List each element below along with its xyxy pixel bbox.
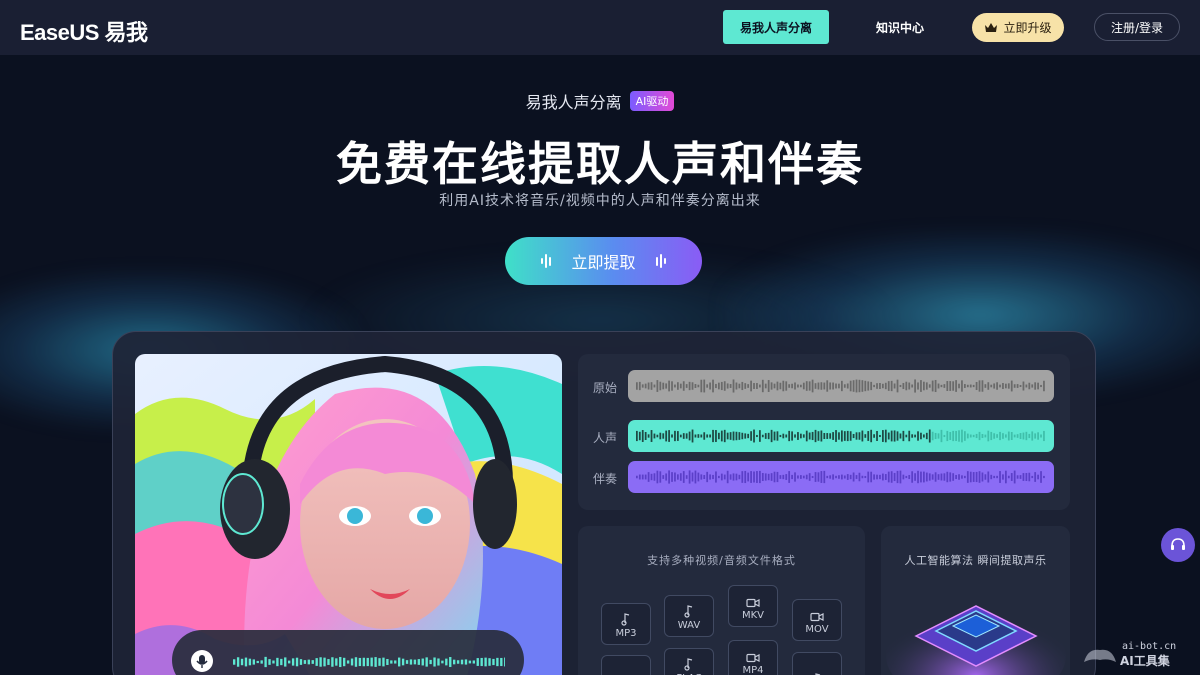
track-accompaniment — [628, 461, 1054, 493]
login-register-button[interactable]: 注册/登录 — [1094, 13, 1180, 41]
format-chip: MOV — [792, 599, 842, 641]
customer-support-button[interactable] — [1161, 528, 1195, 562]
upgrade-label: 立即升级 — [1003, 21, 1052, 35]
music-note-icon — [621, 613, 630, 626]
crown-icon — [985, 23, 998, 32]
extract-now-button[interactable]: 立即提取 — [505, 237, 702, 285]
top-navbar: EaseUS 易我 易我人声分离 知识中心 立即升级 注册/登录 — [0, 0, 1200, 55]
watermark-url: ai-bot.cn — [1122, 641, 1177, 652]
format-chip: MKV — [728, 585, 778, 627]
formats-title: 支持多种视频/音频文件格式 — [647, 554, 796, 567]
video-icon — [810, 612, 824, 622]
product-name: 易我人声分离 — [525, 93, 622, 112]
nav-item-vocal-remover[interactable]: 易我人声分离 — [723, 10, 829, 44]
format-chip: WAV — [664, 595, 714, 637]
track-vocals — [628, 420, 1054, 452]
format-chip: MP4 — [728, 640, 778, 675]
page-title: 免费在线提取人声和伴奏 — [336, 137, 864, 191]
format-chip-label: MP3 — [615, 628, 637, 639]
ai-card-title: 人工智能算法 瞬间提取声乐 — [904, 554, 1047, 567]
ai-algorithm-card — [881, 526, 1070, 675]
format-chip: MP3 — [601, 603, 651, 645]
track-label-accompaniment: 伴奏 — [593, 472, 618, 486]
format-chip-label: MKV — [741, 610, 765, 621]
track-label-original: 原始 — [593, 381, 618, 395]
upgrade-button[interactable]: 立即升级 — [972, 13, 1064, 42]
ai-badge: AI驱动 — [629, 91, 675, 111]
format-chip — [601, 655, 651, 675]
easeus-logo[interactable]: EaseUS 易我 — [20, 15, 148, 47]
hero-product-line: 易我人声分离 AI驱动 — [0, 89, 1200, 113]
music-note-icon — [684, 658, 693, 671]
watermark-name: AI工具集 — [1120, 654, 1170, 668]
track-original — [628, 370, 1054, 402]
hero-description: 利用AI技术将音乐/视频中的人声和伴奏分离出来 — [439, 193, 761, 209]
nav-item-knowledge-center[interactable]: 知识中心 — [860, 11, 940, 43]
sound-wave-icon — [655, 253, 666, 269]
format-chip-label: WAV — [677, 620, 701, 631]
video-icon — [746, 598, 760, 608]
ai-chip-illustration — [881, 526, 1070, 675]
playback-waveform — [233, 656, 505, 668]
headphone-girl-illustration — [135, 354, 562, 675]
format-chip — [792, 652, 842, 675]
format-chip: FLAC — [664, 648, 714, 675]
track-label-vocals: 人声 — [593, 431, 618, 445]
format-chip-label: MOV — [805, 624, 829, 635]
headset-icon — [1171, 538, 1185, 550]
extract-now-label: 立即提取 — [571, 253, 636, 272]
music-note-icon — [684, 605, 693, 618]
sound-wave-icon — [541, 253, 552, 269]
video-icon — [746, 653, 760, 663]
microphone-icon[interactable] — [191, 650, 213, 672]
format-chip-label: MP4 — [742, 665, 764, 675]
